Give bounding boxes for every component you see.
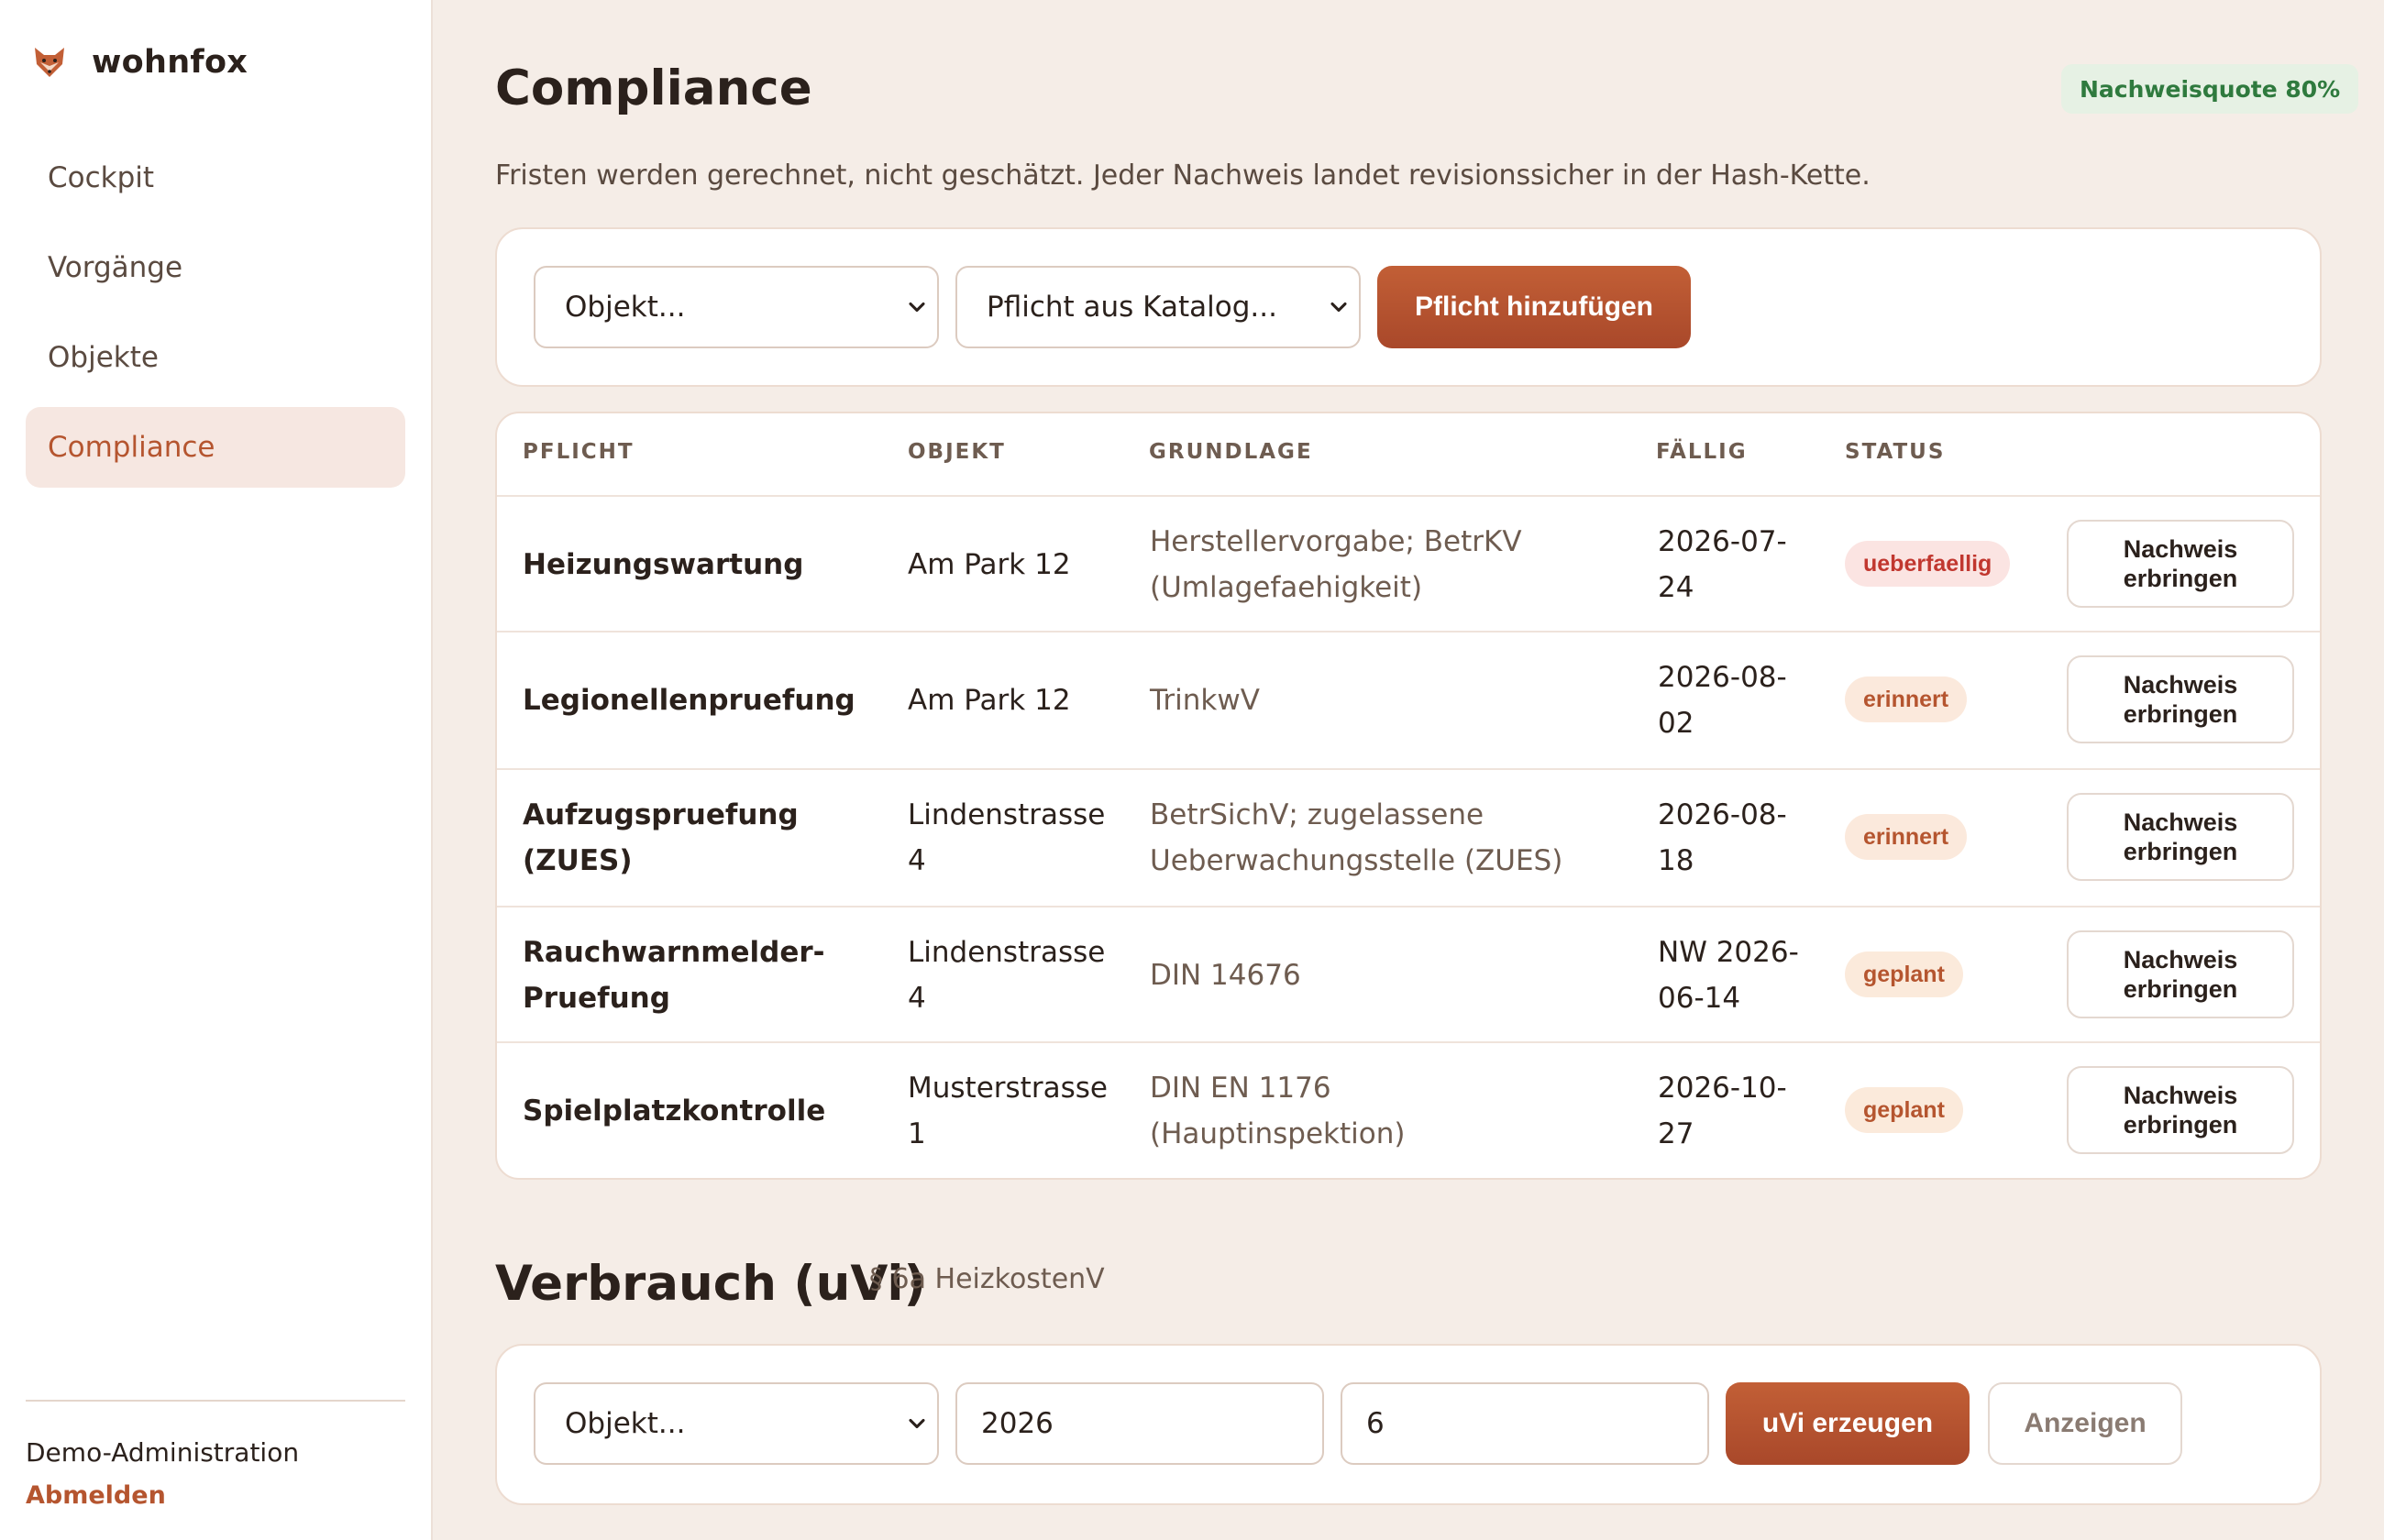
sidebar: wohnfox Cockpit Vorgänge Objekte Complia… xyxy=(0,0,433,1540)
chevron-down-icon xyxy=(909,302,925,313)
cell-objekt: Am Park 12 xyxy=(908,548,1071,581)
table-row: Heizungswartung Am Park 12 Herstellervor… xyxy=(497,495,2320,631)
uvi-card: Objekt... 2026 6 uVi erzeugen Anzeigen xyxy=(495,1344,2322,1505)
provide-proof-button[interactable]: Nachweis erbringen xyxy=(2067,930,2294,1018)
column-header-status: STATUS xyxy=(1845,440,1946,464)
column-header-faellig: FÄLLIG xyxy=(1656,440,1748,464)
generate-uvi-button[interactable]: uVi erzeugen xyxy=(1726,1382,1970,1465)
show-uvi-button[interactable]: Anzeigen xyxy=(1988,1382,2182,1465)
add-obligation-card: Objekt... Pflicht aus Katalog... Pflicht… xyxy=(495,227,2322,387)
page-subtitle: Fristen werden gerechnet, nicht geschätz… xyxy=(495,160,1871,192)
uvi-object-select-value: Objekt... xyxy=(565,1407,686,1440)
quota-badge: Nachweisquote 80% xyxy=(2061,64,2359,114)
table-row: Spielplatzkontrolle Musterstrasse 1 DIN … xyxy=(497,1041,2320,1177)
sidebar-item-vorgaenge[interactable]: Vorgänge xyxy=(26,227,405,308)
provide-proof-button[interactable]: Nachweis erbringen xyxy=(2067,520,2294,608)
chevron-down-icon xyxy=(1330,302,1347,313)
table-row: Aufzugspruefung (ZUES) Lindenstrasse 4 B… xyxy=(497,768,2320,904)
status-badge: ueberfaellig xyxy=(1845,541,2011,587)
brand-name: wohnfox xyxy=(92,44,248,81)
provide-proof-button[interactable]: Nachweis erbringen xyxy=(2067,793,2294,881)
cell-grundlage: DIN 14676 xyxy=(1150,959,1301,992)
table-row: Rauchwarnmelder-Pruefung Lindenstrasse 4… xyxy=(497,906,2320,1041)
user-name: Demo-Administration xyxy=(26,1437,300,1468)
cell-faellig: 2026-08-02 xyxy=(1658,661,1787,740)
status-badge: geplant xyxy=(1845,952,1963,997)
cell-faellig: 2026-07-24 xyxy=(1658,525,1787,604)
catalog-select-value: Pflicht aus Katalog... xyxy=(987,291,1277,324)
month-input[interactable]: 6 xyxy=(1341,1382,1709,1465)
uvi-object-select[interactable]: Objekt... xyxy=(534,1382,939,1465)
section-title-uvi: Verbrauch (uVi) xyxy=(495,1256,926,1312)
cell-pflicht: Heizungswartung xyxy=(523,548,804,581)
cell-grundlage: TrinkwV xyxy=(1150,684,1260,717)
cell-pflicht: Aufzugspruefung (ZUES) xyxy=(523,798,799,877)
cell-grundlage: Herstellervorgabe; BetrKV (Umlagefaehigk… xyxy=(1150,525,1522,604)
cell-grundlage: DIN EN 1176 (Hauptinspektion) xyxy=(1150,1072,1406,1150)
cell-objekt: Lindenstrasse 4 xyxy=(908,798,1106,877)
status-badge: erinnert xyxy=(1845,814,1968,860)
status-badge: erinnert xyxy=(1845,676,1968,722)
add-obligation-button[interactable]: Pflicht hinzufügen xyxy=(1377,266,1691,348)
cell-faellig: 2026-10-27 xyxy=(1658,1072,1787,1150)
cell-pflicht: Legionellenpruefung xyxy=(523,684,855,717)
column-header-grundlage: GRUNDLAGE xyxy=(1149,440,1313,464)
column-header-objekt: OBJEKT xyxy=(908,440,1006,464)
chevron-down-icon xyxy=(909,1418,925,1429)
catalog-select[interactable]: Pflicht aus Katalog... xyxy=(955,266,1361,348)
sidebar-item-cockpit[interactable]: Cockpit xyxy=(26,138,405,218)
year-input[interactable]: 2026 xyxy=(955,1382,1324,1465)
logout-link[interactable]: Abmelden xyxy=(26,1481,166,1510)
provide-proof-button[interactable]: Nachweis erbringen xyxy=(2067,655,2294,743)
provide-proof-button[interactable]: Nachweis erbringen xyxy=(2067,1066,2294,1154)
cell-pflicht: Rauchwarnmelder-Pruefung xyxy=(523,936,825,1015)
page-title: Compliance xyxy=(495,60,812,116)
table-row: Legionellenpruefung Am Park 12 TrinkwV 2… xyxy=(497,631,2320,766)
cell-faellig: 2026-08-18 xyxy=(1658,798,1787,877)
object-select[interactable]: Objekt... xyxy=(534,266,939,348)
cell-faellig: NW 2026-06-14 xyxy=(1658,936,1799,1015)
status-badge: geplant xyxy=(1845,1087,1963,1133)
cell-objekt: Lindenstrasse 4 xyxy=(908,936,1106,1015)
brand[interactable]: wohnfox xyxy=(31,44,248,81)
section-subtitle-uvi: § 6a HeizkostenV xyxy=(869,1263,1105,1295)
sidebar-nav: Cockpit Vorgänge Objekte Compliance xyxy=(26,138,405,497)
cell-grundlage: BetrSichV; zugelassene Ueberwachungsstel… xyxy=(1150,798,1563,877)
fox-icon xyxy=(31,44,68,81)
sidebar-item-compliance[interactable]: Compliance xyxy=(26,407,405,488)
cell-pflicht: Spielplatzkontrolle xyxy=(523,1094,826,1128)
sidebar-item-objekte[interactable]: Objekte xyxy=(26,317,405,398)
sidebar-divider xyxy=(26,1400,405,1402)
cell-objekt: Am Park 12 xyxy=(908,684,1071,717)
column-header-pflicht: PFLICHT xyxy=(523,440,635,464)
cell-objekt: Musterstrasse 1 xyxy=(908,1072,1108,1150)
object-select-value: Objekt... xyxy=(565,291,686,324)
